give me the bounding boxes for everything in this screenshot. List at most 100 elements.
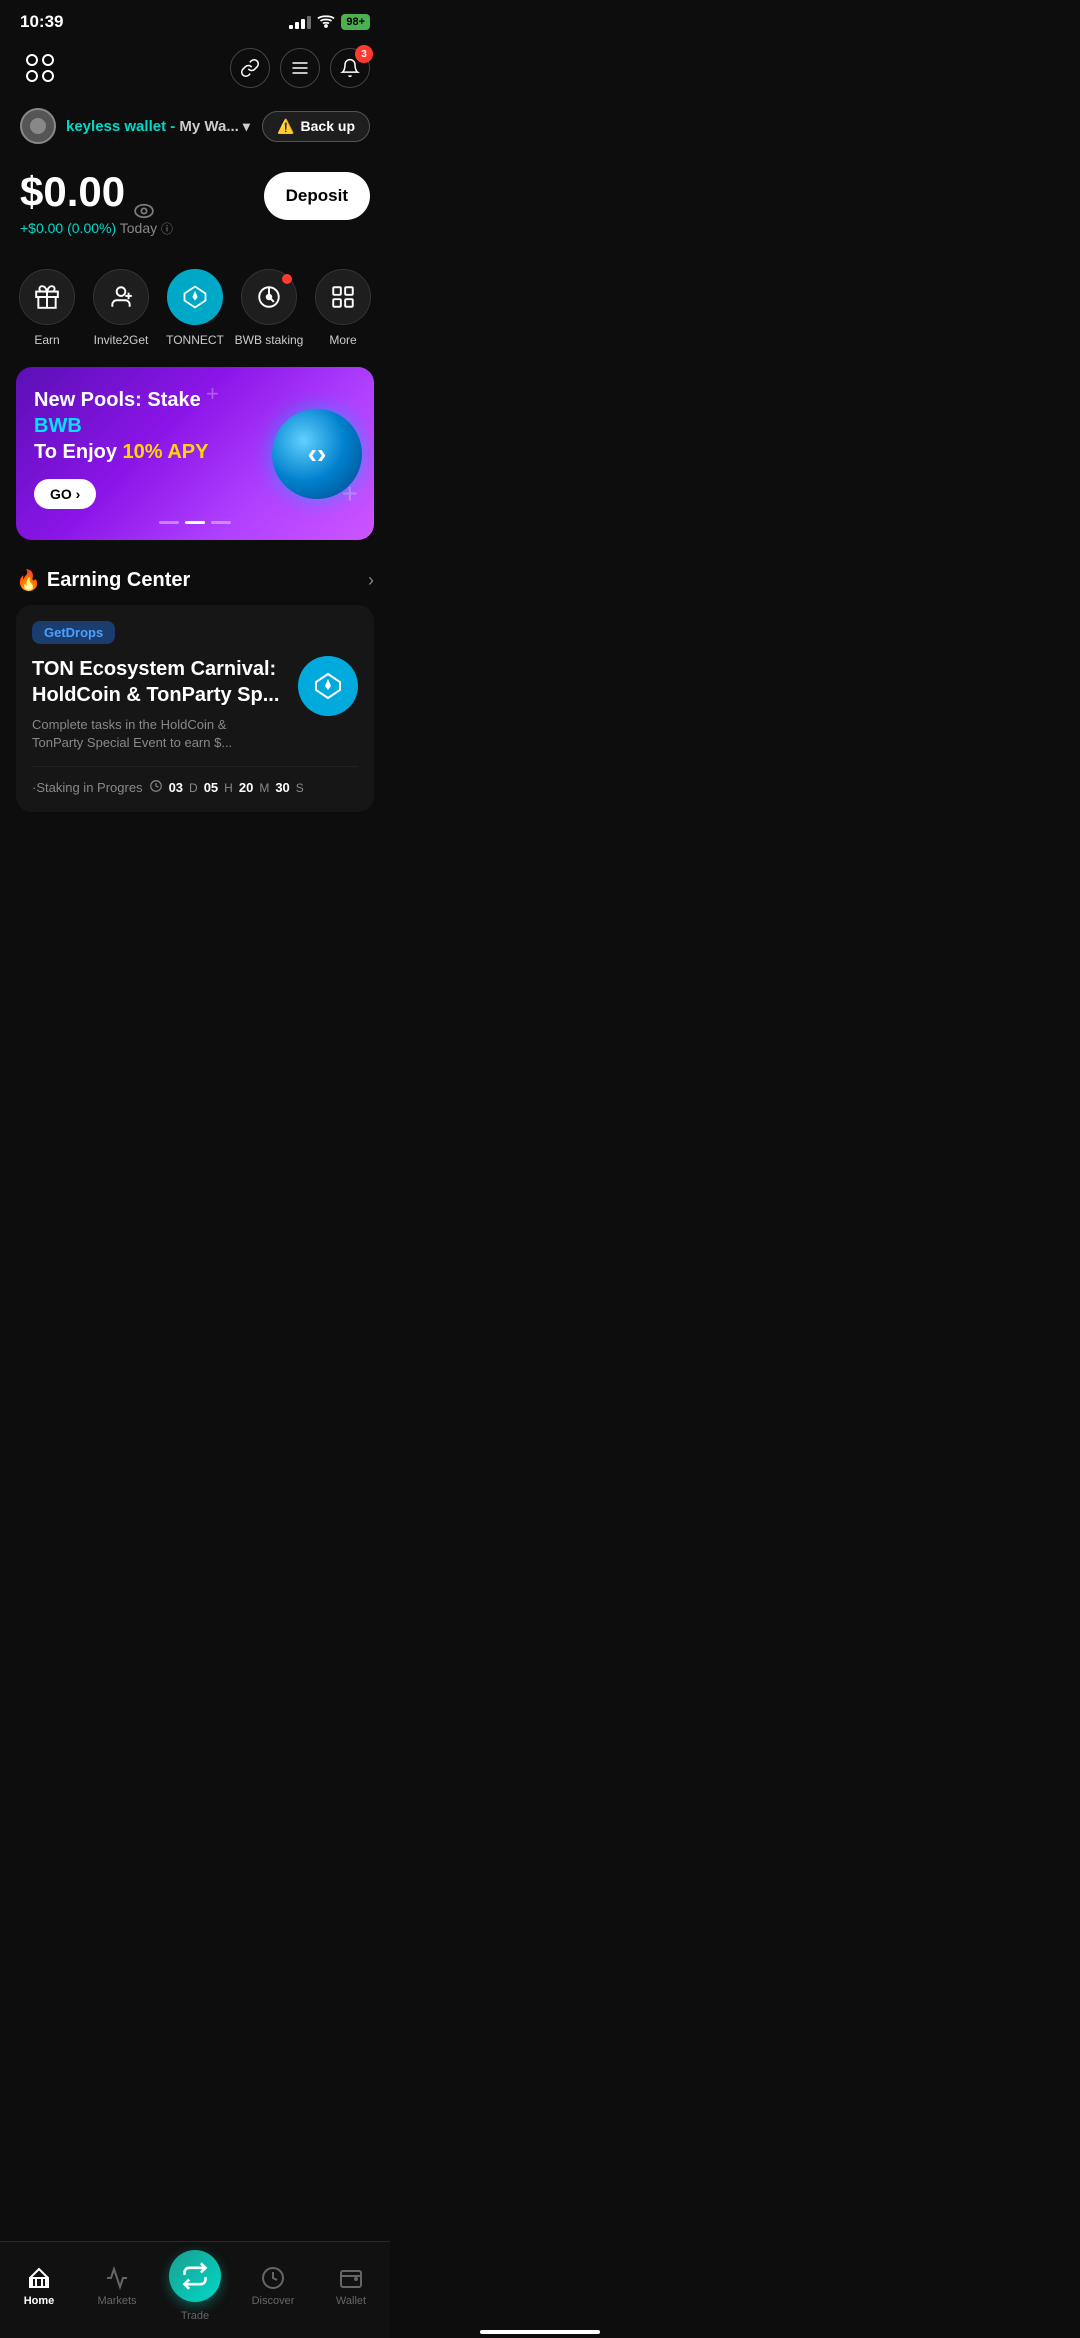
action-bwb-staking[interactable]: BWB staking bbox=[232, 269, 306, 347]
staking-icon-wrap bbox=[241, 269, 297, 325]
trade-icon bbox=[181, 2262, 209, 2290]
timer-days-unit: D bbox=[189, 781, 198, 795]
nav-discover[interactable]: Discover bbox=[234, 2265, 312, 2307]
more-label: More bbox=[329, 333, 356, 347]
action-earn[interactable]: Earn bbox=[10, 269, 84, 347]
clock-icon bbox=[149, 779, 163, 796]
action-invite2get[interactable]: Invite2Get bbox=[84, 269, 158, 347]
tonnect-icon bbox=[181, 283, 209, 311]
header-nav: 3 bbox=[0, 40, 390, 100]
timer-staking-label: ·Staking in Progres bbox=[32, 780, 143, 795]
wallet-name-highlight: keyless wallet - bbox=[66, 118, 175, 135]
backup-button[interactable]: ⚠️ Back up bbox=[262, 111, 370, 142]
discover-icon bbox=[261, 2266, 285, 2290]
timer-seconds-unit: S bbox=[296, 781, 304, 795]
status-time: 10:39 bbox=[20, 12, 63, 32]
gift-icon bbox=[34, 284, 60, 310]
status-icons: 98+ bbox=[289, 14, 370, 31]
balance-amount: $0.00 bbox=[20, 168, 173, 216]
nav-trade[interactable]: Trade bbox=[156, 2250, 234, 2322]
grid-icon bbox=[330, 284, 356, 310]
earn-label: Earn bbox=[34, 333, 59, 347]
menu-button[interactable] bbox=[280, 48, 320, 88]
earn-icon-wrap bbox=[19, 269, 75, 325]
home-icon bbox=[27, 2266, 51, 2290]
status-bar: 10:39 98+ bbox=[0, 0, 390, 40]
section-header: 🔥 Earning Center › bbox=[16, 568, 374, 593]
wallet-name: keyless wallet - My Wa...▾ bbox=[66, 118, 250, 135]
wallet-icon bbox=[339, 2266, 363, 2290]
wallet-info[interactable]: keyless wallet - My Wa...▾ bbox=[20, 108, 250, 144]
banner-dot-2 bbox=[185, 521, 205, 524]
staking-icon bbox=[256, 284, 282, 310]
markets-icon bbox=[105, 2266, 129, 2290]
bottom-nav: Home Markets Trade Discover bbox=[0, 2241, 390, 2338]
timer-days: 03 bbox=[169, 780, 183, 795]
banner-go-button[interactable]: GO › bbox=[34, 479, 96, 509]
promo-banner[interactable]: + + New Pools: Stake BWB To Enjoy 10% AP… bbox=[16, 367, 374, 540]
decoration-plus: + bbox=[206, 381, 219, 407]
card-icon-wrap bbox=[298, 656, 358, 716]
wallet-header: keyless wallet - My Wa...▾ ⚠️ Back up bbox=[0, 100, 390, 156]
staking-notification-dot bbox=[282, 274, 292, 284]
getdrops-badge: GetDrops bbox=[32, 621, 115, 644]
timer-minutes: 20 bbox=[239, 780, 253, 795]
timer-minutes-unit: M bbox=[259, 781, 269, 795]
timer-seconds: 30 bbox=[275, 780, 289, 795]
tonnect-label: TONNECT bbox=[166, 333, 224, 347]
action-more[interactable]: More bbox=[306, 269, 380, 347]
balance-change: +$0.00 (0.00%) Today ⓘ bbox=[20, 220, 173, 237]
wallet-name-suffix: My Wa... bbox=[175, 118, 239, 135]
link-button[interactable] bbox=[230, 48, 270, 88]
earning-center-section: 🔥 Earning Center › GetDrops TON Ecosyste… bbox=[0, 552, 390, 820]
timer-hours-unit: H bbox=[224, 781, 233, 795]
header-actions: 3 bbox=[230, 48, 370, 88]
trade-center-button[interactable] bbox=[169, 2250, 221, 2302]
nav-markets[interactable]: Markets bbox=[78, 2265, 156, 2307]
nav-wallet-label: Wallet bbox=[336, 2295, 366, 2307]
chevron-right-icon[interactable]: › bbox=[368, 570, 374, 591]
earning-card[interactable]: GetDrops TON Ecosystem Carnival:HoldCoin… bbox=[16, 605, 374, 812]
notification-badge: 3 bbox=[355, 45, 373, 63]
staking-label: BWB staking bbox=[235, 333, 304, 347]
nav-wallet[interactable]: Wallet bbox=[312, 2265, 390, 2307]
nav-home[interactable]: Home bbox=[0, 2265, 78, 2307]
wallet-chevron-icon: ▾ bbox=[243, 118, 250, 134]
nav-discover-label: Discover bbox=[252, 2295, 295, 2307]
balance-section: $0.00 +$0.00 (0.00%) Today ⓘ Deposit bbox=[0, 156, 390, 253]
fire-emoji: 🔥 bbox=[16, 568, 41, 593]
app-logo[interactable] bbox=[20, 48, 60, 88]
tonnect-icon-wrap bbox=[167, 269, 223, 325]
banner-dots bbox=[34, 521, 356, 524]
balance-left: $0.00 +$0.00 (0.00%) Today ⓘ bbox=[20, 168, 173, 237]
card-description: Complete tasks in the HoldCoin &TonParty… bbox=[32, 716, 286, 752]
nav-markets-label: Markets bbox=[97, 2295, 136, 2307]
timer-hours: 05 bbox=[204, 780, 218, 795]
notification-button[interactable]: 3 bbox=[330, 48, 370, 88]
card-content: TON Ecosystem Carnival:HoldCoin & TonPar… bbox=[32, 656, 358, 752]
banner-title: New Pools: Stake BWB To Enjoy 10% APY bbox=[34, 387, 221, 465]
eye-icon[interactable] bbox=[133, 181, 155, 203]
section-title: 🔥 Earning Center bbox=[16, 568, 190, 593]
person-add-icon bbox=[108, 284, 134, 310]
deposit-button[interactable]: Deposit bbox=[264, 172, 370, 220]
card-timer: ·Staking in Progres 03 D 05 H 20 M 30 S bbox=[32, 766, 358, 796]
battery-indicator: 98+ bbox=[341, 14, 370, 30]
invite-label: Invite2Get bbox=[94, 333, 149, 347]
nav-trade-label: Trade bbox=[181, 2310, 209, 2322]
card-title: TON Ecosystem Carnival:HoldCoin & TonPar… bbox=[32, 656, 286, 708]
card-text: TON Ecosystem Carnival:HoldCoin & TonPar… bbox=[32, 656, 286, 752]
nav-home-label: Home bbox=[24, 2295, 55, 2307]
wifi-icon bbox=[317, 14, 335, 31]
tonnect-card-icon bbox=[312, 670, 344, 702]
banner-coin: ‹› bbox=[272, 409, 362, 499]
invite-icon-wrap bbox=[93, 269, 149, 325]
banner-text: New Pools: Stake BWB To Enjoy 10% APY GO… bbox=[34, 387, 221, 509]
signal-icon bbox=[289, 16, 311, 29]
home-indicator bbox=[480, 2330, 600, 2334]
quick-actions: Earn Invite2Get TONNECT bbox=[0, 253, 390, 355]
wallet-avatar bbox=[20, 108, 56, 144]
action-tonnect[interactable]: TONNECT bbox=[158, 269, 232, 347]
banner-dot-1 bbox=[159, 521, 179, 524]
warning-icon: ⚠️ bbox=[277, 118, 294, 135]
